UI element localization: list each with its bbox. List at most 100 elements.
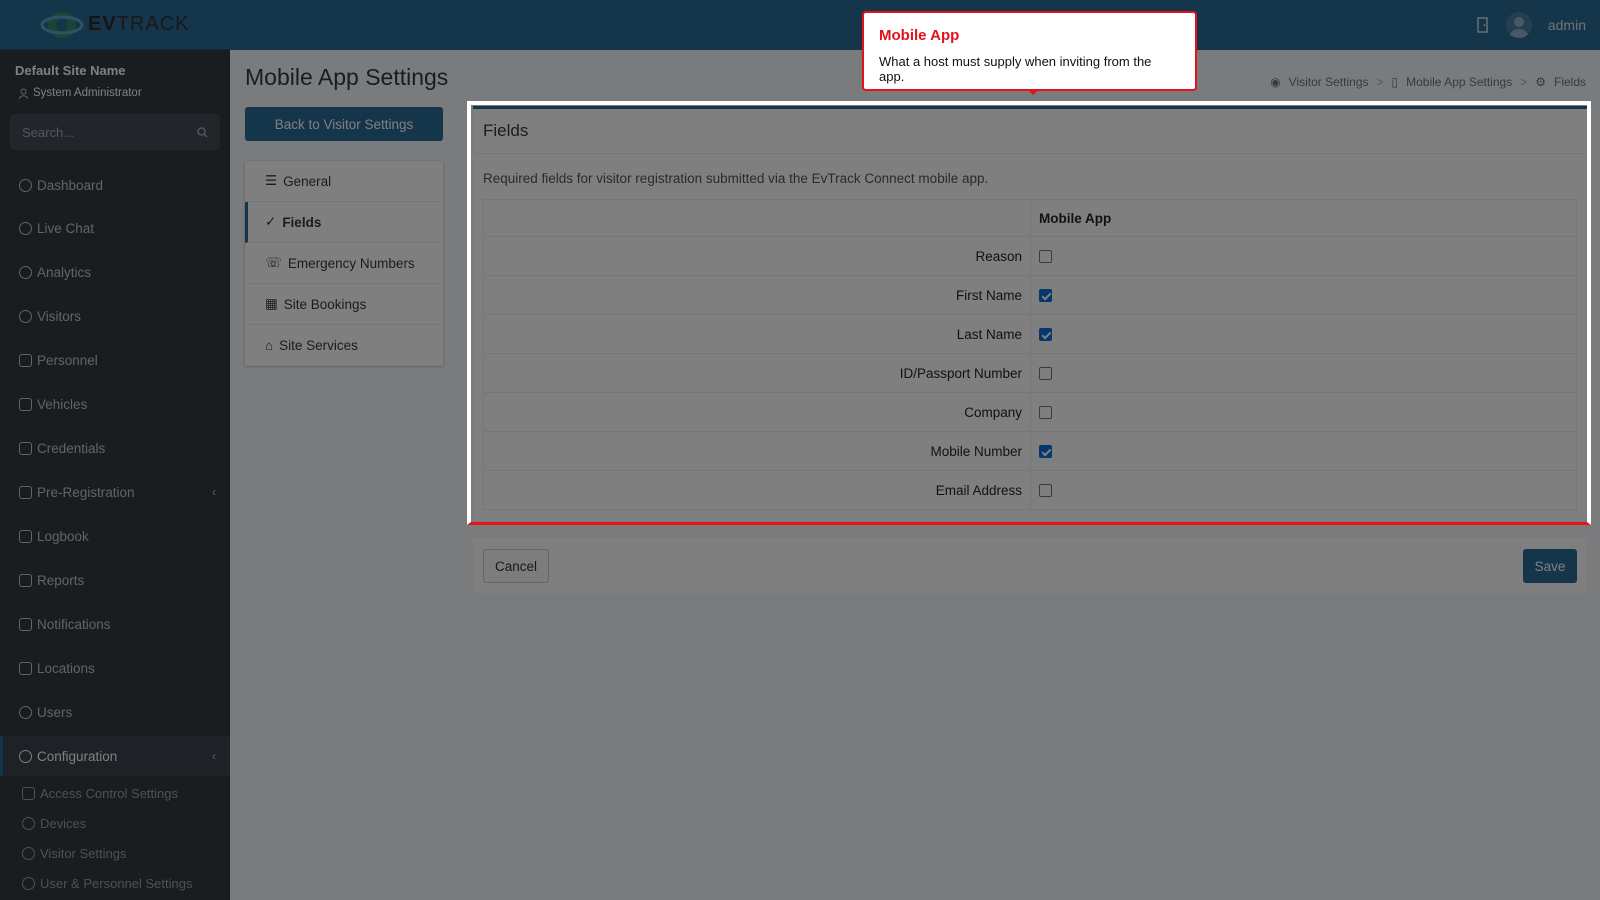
phone-icon: ☏ [265,255,282,270]
sidebar-item-label: Live Chat [37,220,95,236]
settings-nav-site-bookings[interactable]: ▦ Site Bookings [245,284,443,325]
sidebar-subitem-devices[interactable]: Devices [22,809,86,837]
breadcrumb-item[interactable]: Visitor Settings [1289,75,1369,89]
users-icon [19,705,32,719]
sidebar-item-label: Vehicles [37,396,88,412]
personnel-icon [19,353,32,367]
sidebar-item-locations[interactable]: Locations [0,648,230,688]
page-title: Mobile App Settings [245,64,449,90]
swap-icon [19,485,32,499]
sidebar-item-label: Dashboard [37,177,104,193]
id-card-icon [19,441,32,455]
users-icon [22,876,35,890]
brand-name-thin: TRACK [116,13,190,35]
sidebar-item-label: Users [37,704,73,720]
sidebar-item-label: Visitors [37,308,82,324]
sidebar-item-pre-registration[interactable]: Pre-Registration ‹ [0,472,230,512]
tour-arrow [1028,90,1038,95]
sidebar-item-credentials[interactable]: Credentials [0,428,230,468]
tour-highlight [467,101,1591,525]
settings-nav-label: Fields [282,214,322,230]
settings-nav-fields[interactable]: ✓ Fields [245,202,443,243]
settings-nav-general[interactable]: ☰ General [245,161,443,202]
sidebar-subitem-label: Access Control Settings [40,785,179,801]
sidebar-item-logbook[interactable]: Logbook [0,516,230,556]
map-icon [19,661,32,675]
brand-name-bold: EV [88,13,117,35]
sidebar-item-notifications[interactable]: Notifications [0,604,230,644]
sidebar-item-personnel[interactable]: Personnel [0,340,230,380]
sidebar-item-users[interactable]: Users [0,692,230,732]
calendar-icon: ▦ [265,296,278,311]
breadcrumb-item-current: Fields [1553,75,1586,89]
sidebar: Default Site Name System Administrator S… [0,50,230,900]
chart-icon [19,573,32,587]
breadcrumb: ◉ Visitor Settings > ▯ Mobile App Settin… [1270,75,1586,89]
actions-bar: Cancel Save [473,538,1587,593]
sidebar-item-label: Notifications [37,616,111,632]
user-role-label: System Administrator [33,87,142,99]
sidebar-item-analytics[interactable]: Analytics [0,252,230,292]
breadcrumb-item[interactable]: Mobile App Settings [1406,75,1512,89]
sidebar-item-live-chat[interactable]: Live Chat [0,208,230,248]
sidebar-subitem-label: Visitor Settings [40,845,127,861]
eye-icon: ◉ [1270,75,1281,89]
settings-nav-label: General [283,173,332,189]
site-name[interactable]: Default Site Name [15,63,126,78]
chevron-left-icon: ‹ [212,485,216,499]
brand-logo[interactable]: EVTRACK [0,0,230,50]
devices-icon [22,816,35,830]
lock-icon [22,786,35,800]
sidebar-item-reports[interactable]: Reports [0,560,230,600]
chevron-left-icon: ‹ [212,749,216,763]
user-name[interactable]: admin [1548,17,1586,33]
sidebar-item-label: Personnel [37,352,98,368]
sidebar-item-label: Pre-Registration [37,484,135,500]
sidebar-subitem-user-personnel[interactable]: User & Personnel Settings [22,869,192,897]
user-icon [18,88,29,99]
sidebar-item-visitors[interactable]: Visitors [0,296,230,336]
sidebar-subitem-access-control[interactable]: Access Control Settings [22,779,178,807]
breadcrumb-separator: > [1376,75,1384,89]
sidebar-item-label: Analytics [37,264,92,280]
door-icon[interactable] [1476,17,1490,33]
gear-icon: ⚙ [1535,75,1546,89]
settings-nav-label: Site Bookings [283,296,367,312]
sidebar-item-label: Reports [37,572,85,588]
sidebar-subitem-label: Devices [40,815,87,831]
sidebar-item-configuration[interactable]: Configuration ‹ [0,736,230,776]
sidebar-item-label: Credentials [37,440,106,456]
eye-icon [22,846,35,860]
sidebar-item-label: Logbook [37,528,89,544]
sidebar-item-label: Locations [37,660,95,676]
tour-popover: Mobile App What a host must supply when … [862,11,1197,95]
search-placeholder: Search... [22,124,75,140]
brand-name: EVTRACK [88,13,189,36]
tour-title: Mobile App [879,27,960,44]
tour-body: What a host must supply when inviting fr… [879,54,1152,84]
sliders-icon: ☰ [265,173,278,188]
settings-nav-label: Emergency Numbers [287,255,415,271]
user-role: System Administrator [18,87,142,99]
cancel-button[interactable]: Cancel [483,549,549,583]
settings-nav-emergency-numbers[interactable]: ☏ Emergency Numbers [245,243,443,284]
search-icon[interactable] [197,126,208,138]
sidebar-item-vehicles[interactable]: Vehicles [0,384,230,424]
notification-icon [19,617,32,631]
eye-icon [19,309,32,323]
breadcrumb-separator: > [1520,75,1528,89]
top-navbar: EVTRACK admin [0,0,1600,50]
avatar-icon [1509,17,1528,38]
sidebar-search-input[interactable]: Search... [10,114,220,150]
save-button[interactable]: Save [1523,549,1577,583]
back-to-visitor-settings-button[interactable]: Back to Visitor Settings [245,107,443,141]
user-avatar[interactable] [1505,12,1532,38]
sidebar-item-dashboard[interactable]: Dashboard [0,165,230,205]
mobile-phone-icon: ▯ [1391,75,1399,89]
settings-nav-site-services[interactable]: ⌂ Site Services [245,325,443,366]
dashboard-icon [19,178,32,192]
gear-icon [19,749,32,763]
headset-icon [19,221,32,235]
sidebar-subitem-visitor-settings[interactable]: Visitor Settings [22,839,126,867]
service-bell-icon: ⌂ [265,337,274,353]
